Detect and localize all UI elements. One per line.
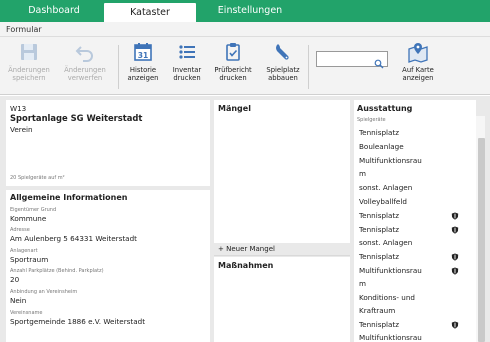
save-label-2: speichern	[12, 74, 46, 82]
field-value-type[interactable]: Sportraum	[10, 255, 48, 264]
general-info-heading: Allgemeine Informationen	[10, 193, 128, 202]
wrench-icon	[272, 41, 294, 63]
save-label-1: Änderungen	[8, 66, 50, 74]
site-area-note: 20 Spielgeräte auf m²	[10, 175, 65, 181]
field-label-club: Vereinsname	[10, 310, 43, 316]
save-icon	[18, 41, 40, 63]
discard-label-1: Änderungen	[64, 66, 106, 74]
field-value-club[interactable]: Sportgemeinde 1886 e.V. Weiterstadt	[10, 317, 145, 326]
equipment-item[interactable]: sonst. Anlagen	[359, 238, 412, 247]
tab-dashboard[interactable]: Dashboard	[18, 0, 90, 22]
equipment-item[interactable]: Tennisplatz	[359, 320, 399, 329]
shield-icon	[451, 267, 459, 275]
report-label-2: drucken	[219, 74, 247, 82]
field-value-clubhouse[interactable]: Nein	[10, 296, 26, 305]
shield-icon	[451, 212, 459, 220]
ribbon-separator	[118, 45, 119, 89]
dismantle-label-1: Spielplatz	[266, 66, 300, 74]
equipment-item[interactable]: Tennisplatz	[359, 225, 399, 234]
equipment-item[interactable]: m	[359, 279, 366, 288]
discard-label-2: verwerfen	[67, 74, 103, 82]
equipment-item[interactable]: Kraftraum	[359, 306, 395, 315]
list-icon	[176, 41, 198, 63]
ribbon-toolbar: Änderungen speichern Änderungen verwerfe…	[0, 37, 490, 95]
equipment-item[interactable]: Multifunktionsrau	[359, 266, 422, 275]
field-label-owner: Eigentümer Grund	[10, 207, 57, 213]
defects-heading: Mängel	[218, 104, 251, 113]
equipment-item[interactable]: Tennisplatz	[359, 211, 399, 220]
tab-kataster[interactable]: Kataster	[104, 3, 196, 22]
save-changes-button[interactable]: Änderungen speichern	[8, 41, 50, 93]
map-icon	[407, 41, 429, 63]
equipment-item[interactable]: Volleyballfeld	[359, 197, 407, 206]
shield-icon	[451, 253, 459, 261]
dismantle-playground-button[interactable]: Spielplatz abbauen	[264, 41, 302, 93]
field-label-clubhouse: Anbindung an Vereinsheim	[10, 289, 78, 295]
equipment-item[interactable]: Bouleanlage	[359, 142, 404, 151]
equipment-item[interactable]: Multifunktionsrau	[359, 156, 422, 165]
ribbon-group-label: Formular	[0, 22, 490, 37]
shield-icon	[451, 226, 459, 234]
print-inventory-button[interactable]: Inventar drucken	[168, 41, 206, 93]
main-tab-bar: Dashboard Kataster Einstellungen	[0, 0, 490, 22]
field-label-type: Anlagenart	[10, 248, 38, 254]
inventory-label-2: drucken	[173, 74, 201, 82]
undo-icon	[74, 41, 96, 63]
print-report-button[interactable]: Prüfbericht drucken	[212, 41, 254, 93]
discard-changes-button[interactable]: Änderungen verwerfen	[64, 41, 106, 93]
map-label-1: Auf Karte	[402, 66, 434, 74]
field-label-address: Adresse	[10, 227, 30, 233]
scrollbar-thumb[interactable]	[478, 138, 485, 342]
equipment-section-label: Spielgeräte	[357, 117, 386, 123]
shield-icon	[451, 321, 459, 329]
inventory-label-1: Inventar	[172, 66, 202, 74]
defects-divider	[214, 255, 350, 256]
add-defect-button[interactable]: + Neuer Mangel	[218, 245, 275, 253]
dismantle-label-2: abbauen	[268, 74, 298, 82]
equipment-item[interactable]: Konditions- und	[359, 293, 415, 302]
ribbon-separator	[308, 45, 309, 89]
field-value-owner[interactable]: Kommune	[10, 214, 46, 223]
field-value-parking[interactable]: 20	[10, 275, 19, 284]
report-label-1: Prüfbericht	[214, 66, 252, 74]
clipboard-check-icon	[222, 41, 244, 63]
map-label-2: anzeigen	[402, 74, 434, 82]
measures-heading: Maßnahmen	[218, 261, 274, 270]
defects-panel	[214, 100, 350, 243]
equipment-item[interactable]: Multifunktionsrau	[359, 333, 422, 342]
search-input[interactable]	[316, 51, 388, 69]
field-label-parking: Anzahl Parkplätze (Behind. Parkplatz)	[10, 268, 104, 274]
site-category: Verein	[10, 125, 33, 134]
equipment-heading: Ausstattung	[357, 104, 413, 113]
show-on-map-button[interactable]: Auf Karte anzeigen	[398, 41, 438, 93]
search-icon	[374, 54, 384, 69]
site-code: W13	[10, 104, 27, 113]
tab-einstellungen[interactable]: Einstellungen	[210, 0, 290, 22]
history-label-2: anzeigen	[127, 74, 159, 82]
calendar-day: 31	[138, 51, 148, 60]
history-button[interactable]: 31 Historie anzeigen	[124, 41, 162, 93]
site-name[interactable]: Sportanlage SG Weiterstadt	[10, 113, 142, 123]
equipment-item[interactable]: sonst. Anlagen	[359, 183, 412, 192]
equipment-item[interactable]: Tennisplatz	[359, 252, 399, 261]
equipment-item[interactable]: Tennisplatz	[359, 128, 399, 137]
equipment-item[interactable]: m	[359, 169, 366, 178]
history-label-1: Historie	[129, 66, 157, 74]
field-value-address[interactable]: Am Aulenberg 5 64331 Weiterstadt	[10, 234, 137, 243]
calendar-icon: 31	[132, 41, 154, 63]
